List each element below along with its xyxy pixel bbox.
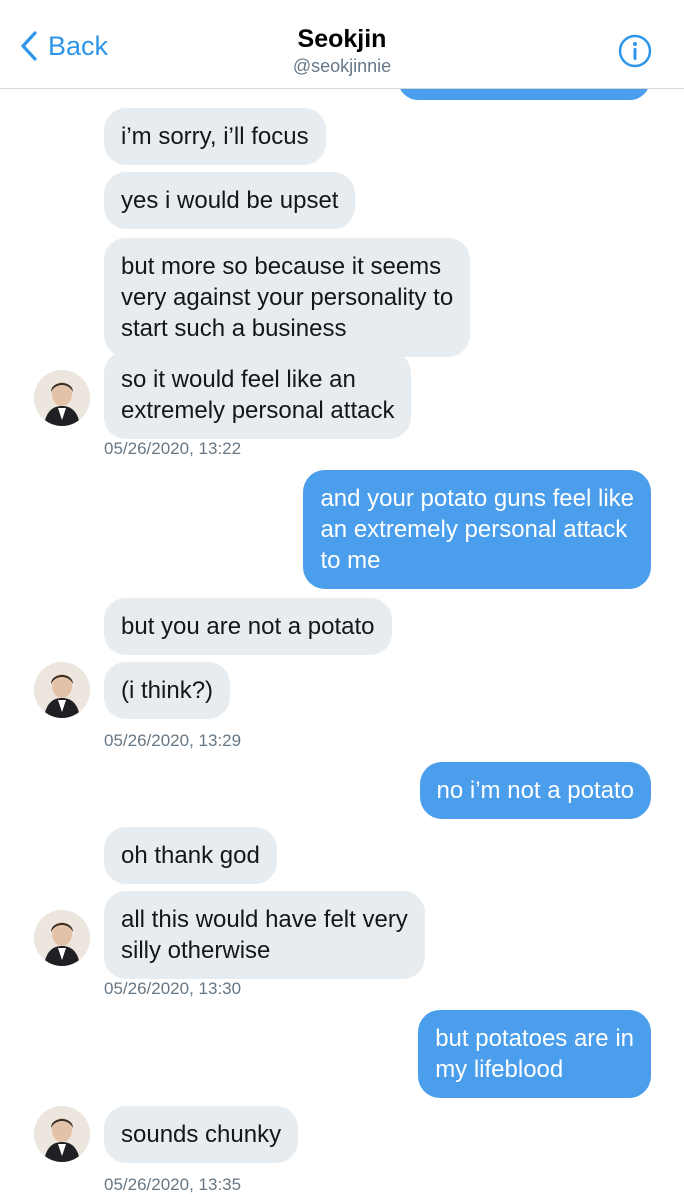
conversation-handle: @seokjinnie: [292, 56, 392, 76]
contact-avatar[interactable]: [34, 1106, 90, 1162]
conversation-title: Seokjin: [297, 25, 387, 53]
message-text: (i think?): [121, 677, 214, 704]
message-timestamp: 05/26/2020, 13:29: [104, 731, 242, 750]
message-bubble-received: oh thank god: [104, 827, 277, 884]
message-line: to me: [320, 547, 381, 574]
message-text: sounds chunky: [121, 1121, 282, 1148]
message-text: but you are not a potato: [121, 613, 375, 640]
message-line: extremely personal attack: [121, 397, 395, 424]
contact-avatar[interactable]: [34, 370, 90, 426]
message-line: my lifeblood: [435, 1056, 564, 1083]
message-bubble-received: all this would have felt very silly othe…: [104, 891, 425, 979]
message-line: all this would have felt very: [121, 906, 408, 933]
avatar-image: [34, 1106, 90, 1162]
message-bubble-received: sounds chunky: [104, 1106, 299, 1163]
message-line: so it would feel like an: [121, 366, 356, 393]
message-bubble-received: but more so because it seems very agains…: [104, 238, 471, 357]
message-timestamp: 05/26/2020, 13:35: [104, 1175, 242, 1194]
message-text: oh thank god: [121, 842, 260, 869]
message-timestamp: 05/26/2020, 13:22: [104, 439, 242, 458]
avatar-image: [34, 662, 90, 718]
message-line: but more so because it seems: [121, 253, 442, 280]
message-text: i’m sorry, i’ll focus: [121, 123, 309, 150]
message-line: an extremely personal attack: [320, 516, 628, 543]
message-line: start such a business: [121, 315, 347, 342]
message-line: but potatoes are in: [435, 1025, 634, 1052]
info-icon: [618, 34, 652, 68]
message-line: very against your personality to: [121, 284, 454, 311]
message-bubble-sent: and your potato guns feel like an extrem…: [303, 470, 651, 589]
contact-avatar[interactable]: [34, 910, 90, 966]
message-line: and your potato guns feel like: [320, 485, 634, 512]
message-bubble-received: but you are not a potato: [104, 598, 392, 655]
message-bubble-received: (i think?): [104, 662, 231, 719]
message-line: silly otherwise: [121, 937, 271, 964]
message-text: yes i would be upset: [121, 187, 339, 214]
avatar-image: [34, 370, 90, 426]
message-bubble-received: i’m sorry, i’ll focus: [104, 108, 326, 165]
title-block: Seokjin @seokjinnie: [0, 24, 684, 78]
message-bubble-received: yes i would be upset: [104, 172, 356, 229]
info-button[interactable]: [618, 34, 652, 68]
message-bubble-sent: no i’m not a potato: [419, 762, 651, 819]
message-text: no i’m not a potato: [436, 777, 634, 804]
avatar-image: [34, 910, 90, 966]
message-bubble-sent: but potatoes are in my lifeblood: [418, 1010, 651, 1098]
conversation-header: Back Seokjin @seokjinnie: [0, 0, 684, 89]
message-bubble-received: so it would feel like an extremely perso…: [104, 351, 412, 439]
contact-avatar[interactable]: [34, 662, 90, 718]
message-timestamp: 05/26/2020, 13:30: [104, 979, 242, 998]
